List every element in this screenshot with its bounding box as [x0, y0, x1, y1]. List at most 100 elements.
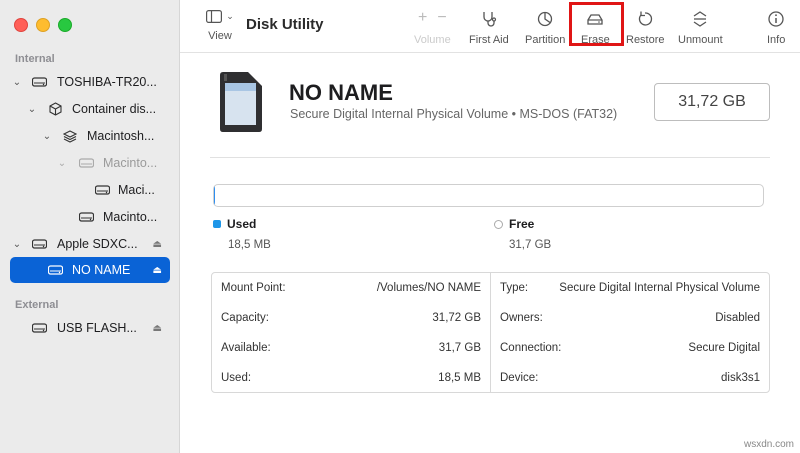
section-label-external: External — [15, 299, 59, 311]
info-key: Owners: — [500, 312, 543, 324]
legend-used: Used 18,5 MB — [213, 217, 271, 251]
used-swatch — [213, 220, 221, 228]
chevron-down-icon[interactable]: ⌄ — [12, 77, 22, 88]
info-button[interactable]: Info — [767, 10, 785, 46]
eject-icon[interactable]: ⏏ — [153, 265, 162, 276]
stethoscope-icon — [483, 12, 496, 27]
sidebar-toggle-icon: ⌄ — [206, 10, 234, 23]
sidebar-item-label: Macintosh... — [87, 129, 155, 143]
info-row-mount-point: Mount Point: /Volumes/NO NAME — [212, 273, 490, 303]
divider — [210, 157, 770, 158]
info-value: Secure Digital — [688, 342, 760, 354]
info-value: Disabled — [715, 312, 760, 324]
disk-utility-window: Internal ⌄ TOSHIBA-TR20... ⌄ Container d… — [0, 0, 800, 453]
used-value: 18,5 MB — [228, 239, 271, 251]
sidebar-item-container[interactable]: ⌄ Container dis... — [10, 96, 170, 122]
info-value: 31,7 GB — [438, 342, 481, 354]
zoom-button[interactable] — [58, 18, 72, 32]
close-button[interactable] — [14, 18, 28, 32]
info-key: Mount Point: — [221, 282, 286, 294]
info-key: Connection: — [500, 342, 562, 354]
hard-drive-icon — [31, 321, 47, 335]
free-value: 31,7 GB — [509, 239, 552, 251]
main-content: NO NAME Secure Digital Internal Physical… — [180, 53, 800, 453]
info-row-used: Used: 18,5 MB — [212, 363, 490, 393]
info-value: Secure Digital Internal Physical Volume — [559, 282, 760, 294]
info-row-type: Type: Secure Digital Internal Physical V… — [491, 273, 769, 303]
hard-drive-icon — [78, 156, 94, 170]
sidebar-item-label: USB FLASH... — [57, 321, 137, 335]
chevron-down-icon[interactable]: ⌄ — [27, 104, 37, 115]
sidebar-item-maci[interactable]: Maci... — [10, 177, 170, 203]
first-aid-button[interactable]: First Aid — [469, 10, 509, 46]
used-label: Used — [227, 217, 257, 231]
unmount-label: Unmount — [678, 34, 723, 46]
eject-icon[interactable]: ⏏ — [153, 239, 162, 250]
partition-label: Partition — [525, 34, 566, 46]
free-swatch — [494, 219, 503, 229]
info-icon — [768, 11, 784, 27]
usage-bar — [213, 184, 764, 207]
info-key: Type: — [500, 282, 529, 294]
volume-name: NO NAME — [289, 80, 393, 105]
info-key: Used: — [221, 372, 252, 384]
restore-arrow-icon — [639, 11, 653, 26]
chevron-down-icon[interactable]: ⌄ — [42, 131, 52, 142]
hard-drive-icon — [94, 183, 110, 197]
sidebar-item-label: NO NAME — [72, 263, 131, 277]
restore-label: Restore — [626, 34, 665, 46]
unmount-icon — [693, 11, 707, 27]
info-row-owners: Owners: Disabled — [491, 303, 769, 333]
sidebar-item-usb-flash[interactable]: USB FLASH... ⏏ — [10, 315, 170, 341]
info-value: disk3s1 — [721, 372, 760, 384]
hard-drive-icon — [31, 75, 47, 89]
sidebar-item-label: Apple SDXC... — [57, 237, 138, 251]
info-row-connection: Connection: Secure Digital — [491, 333, 769, 363]
view-button[interactable]: ⌄ View — [200, 10, 240, 42]
first-aid-label: First Aid — [469, 34, 509, 46]
info-row-capacity: Capacity: 31,72 GB — [212, 303, 490, 333]
volume-button[interactable]: + − Volume — [414, 9, 451, 47]
sidebar-item-macintosh-hd[interactable]: ⌄ Macintosh... — [10, 123, 170, 149]
info-value: /Volumes/NO NAME — [376, 282, 481, 294]
sidebar-item-macintosh-snapshot[interactable]: ⌄ Macinto... — [10, 150, 170, 176]
minimize-button[interactable] — [36, 18, 50, 32]
sidebar-item-label: Maci... — [118, 183, 155, 197]
chevron-down-icon[interactable]: ⌄ — [57, 158, 67, 169]
plus-minus-icon: + − — [418, 9, 447, 26]
info-table: Mount Point: /Volumes/NO NAME Capacity: … — [211, 272, 770, 393]
hard-drive-icon — [31, 237, 47, 251]
hard-drive-icon — [47, 263, 63, 277]
partition-button[interactable]: Partition — [525, 10, 565, 46]
erase-highlight-box — [569, 2, 624, 46]
sidebar-item-label: Macinto... — [103, 210, 158, 224]
legend-free: Free 31,7 GB — [494, 217, 551, 251]
info-column-right: Type: Secure Digital Internal Physical V… — [491, 273, 769, 392]
info-value: 18,5 MB — [438, 372, 481, 384]
sd-card-icon — [218, 71, 264, 138]
unmount-button[interactable]: Unmount — [678, 10, 723, 46]
toolbar: ⌄ View Disk Utility + − Volume First Aid … — [180, 0, 800, 53]
info-column-left: Mount Point: /Volumes/NO NAME Capacity: … — [212, 273, 491, 392]
usage-bar-used-fill — [214, 185, 215, 206]
section-label-internal: Internal — [15, 53, 55, 65]
restore-button[interactable]: Restore — [626, 10, 665, 46]
info-key: Capacity: — [221, 312, 269, 324]
chevron-down-icon[interactable]: ⌄ — [12, 239, 22, 250]
eject-icon[interactable]: ⏏ — [153, 323, 162, 334]
sidebar-item-toshiba[interactable]: ⌄ TOSHIBA-TR20... — [10, 69, 170, 95]
sidebar-item-no-name[interactable]: NO NAME ⏏ — [10, 257, 170, 283]
sidebar-item-macintosh-data[interactable]: Macinto... — [10, 204, 170, 230]
info-row-device: Device: disk3s1 — [491, 363, 769, 393]
sidebar-item-label: Macinto... — [103, 156, 158, 170]
sidebar-item-apple-sdxc[interactable]: ⌄ Apple SDXC... ⏏ — [10, 231, 170, 257]
sidebar-item-label: Container dis... — [72, 102, 157, 116]
info-key: Available: — [221, 342, 271, 354]
free-label: Free — [509, 217, 535, 231]
watermark: wsxdn.com — [743, 439, 794, 450]
info-label: Info — [767, 34, 786, 46]
view-label: View — [208, 30, 232, 42]
container-cube-icon — [47, 102, 63, 116]
hard-drive-icon — [78, 210, 94, 224]
volume-subtitle: Secure Digital Internal Physical Volume … — [290, 107, 618, 121]
